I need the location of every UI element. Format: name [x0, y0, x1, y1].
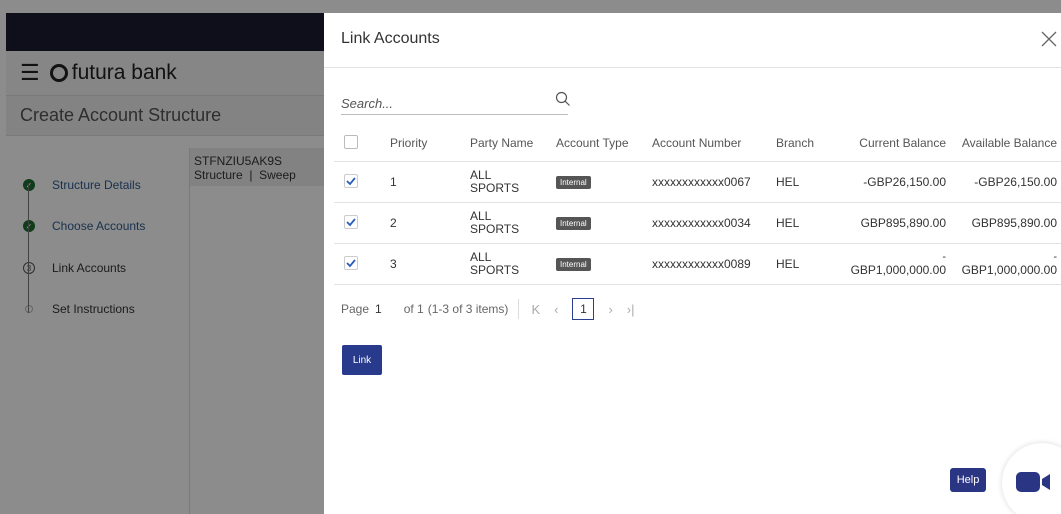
balance-value: GBP1,000,000.00 — [961, 262, 1057, 277]
modal-title: Link Accounts — [341, 30, 440, 47]
page-select[interactable]: 1 — [375, 302, 382, 316]
priority-cell: 3 — [380, 243, 470, 285]
row-select-cell — [334, 243, 380, 285]
row-checkbox[interactable] — [344, 173, 358, 188]
table-row[interactable]: 1 ALL SPORTS Internal xxxxxxxxxxxx0067 HE… — [334, 161, 1061, 203]
current-balance-cell: GBP895,890.00 — [836, 202, 946, 244]
party-line: ALL — [470, 167, 492, 182]
help-button[interactable]: Help — [950, 468, 986, 492]
party-line: SPORTS — [470, 180, 520, 195]
search-box — [341, 91, 571, 115]
col-party-name[interactable]: Party Name — [470, 126, 556, 162]
checkmark-icon — [346, 176, 356, 185]
page-label: Page — [341, 302, 370, 316]
current-balance-cell: - GBP1,000,000.00 — [836, 243, 946, 285]
branch-cell: HEL — [776, 161, 836, 203]
account-number-cell: xxxxxxxxxxxx0089 — [652, 243, 776, 285]
available-balance-cell: -GBP26,150.00 — [946, 161, 1061, 203]
table-header-row: Priority Party Name Account Type Account… — [334, 126, 1061, 162]
link-accounts-modal: Link Accounts Priority Party Name Accoun… — [324, 13, 1061, 514]
col-account-type[interactable]: Account Type — [556, 126, 652, 162]
first-page-icon[interactable]: K — [531, 302, 540, 317]
row-checkbox[interactable] — [344, 214, 358, 229]
page-total: of 1 — [403, 302, 424, 316]
close-icon[interactable] — [1038, 28, 1060, 50]
party-cell: ALL SPORTS — [470, 161, 556, 203]
party-line: SPORTS — [470, 262, 520, 277]
row-checkbox[interactable] — [344, 255, 358, 270]
type-cell: Internal — [556, 202, 652, 244]
type-cell: Internal — [556, 161, 652, 203]
search-icon[interactable] — [555, 91, 571, 107]
accounts-table: Priority Party Name Account Type Account… — [334, 126, 1061, 285]
branch-cell: HEL — [776, 202, 836, 244]
account-type-badge: Internal — [556, 258, 591, 271]
party-line: ALL — [470, 249, 492, 264]
link-button[interactable]: Link — [342, 345, 382, 375]
checkmark-icon — [346, 217, 356, 226]
last-page-icon[interactable]: ›| — [627, 302, 635, 317]
available-balance-cell: - GBP1,000,000.00 — [946, 243, 1061, 285]
table-row[interactable]: 3 ALL SPORTS Internal xxxxxxxxxxxx0089 HE… — [334, 243, 1061, 285]
items-count: (1-3 of 3 items) — [427, 302, 509, 316]
current-balance-cell: -GBP26,150.00 — [836, 161, 946, 203]
type-cell: Internal — [556, 243, 652, 285]
col-available-balance[interactable]: Available Balance — [946, 126, 1061, 162]
account-type-badge: Internal — [556, 176, 591, 189]
pagination: Page 1 of 1 (1-3 of 3 items) K ‹ 1 › ›| — [341, 297, 649, 321]
available-balance-cell: GBP895,890.00 — [946, 202, 1061, 244]
row-select-cell — [334, 161, 380, 203]
search-input[interactable] — [341, 93, 541, 113]
select-all-checkbox[interactable] — [344, 134, 358, 149]
video-camera-icon — [1016, 472, 1050, 492]
row-select-cell — [334, 202, 380, 244]
account-number-cell: xxxxxxxxxxxx0034 — [652, 202, 776, 244]
balance-value: GBP1,000,000.00 — [850, 262, 946, 277]
video-call-button[interactable] — [1002, 443, 1061, 514]
branch-cell: HEL — [776, 243, 836, 285]
next-page-icon[interactable]: › — [608, 302, 612, 317]
current-page-button[interactable]: 1 — [572, 298, 595, 320]
priority-cell: 2 — [380, 202, 470, 244]
party-cell: ALL SPORTS — [470, 243, 556, 285]
table-row[interactable]: 2 ALL SPORTS Internal xxxxxxxxxxxx0034 HE… — [334, 202, 1061, 244]
checkmark-icon — [346, 258, 356, 267]
account-type-badge: Internal — [556, 217, 591, 230]
prev-page-icon[interactable]: ‹ — [554, 302, 558, 317]
select-all-cell — [334, 126, 380, 162]
party-cell: ALL SPORTS — [470, 202, 556, 244]
col-current-balance[interactable]: Current Balance — [836, 126, 946, 162]
col-account-number[interactable]: Account Number — [652, 126, 776, 162]
col-branch[interactable]: Branch — [776, 126, 836, 162]
col-priority[interactable]: Priority — [380, 126, 470, 162]
modal-header: Link Accounts — [324, 13, 1061, 68]
party-line: ALL — [470, 208, 492, 223]
party-line: SPORTS — [470, 221, 520, 236]
pager-divider — [518, 299, 520, 319]
account-number-cell: xxxxxxxxxxxx0067 — [652, 161, 776, 203]
priority-cell: 1 — [380, 161, 470, 203]
